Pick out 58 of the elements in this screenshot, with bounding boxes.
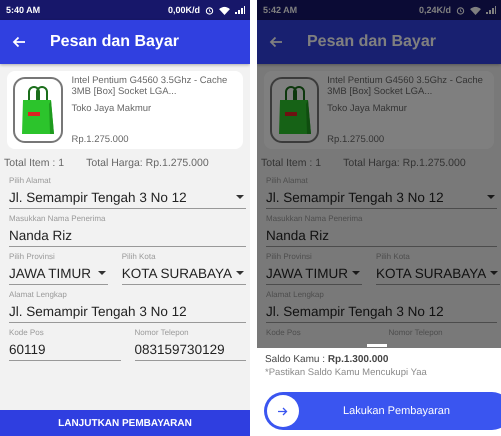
wifi-icon [470, 6, 481, 14]
field-label: Pilih Alamat [9, 175, 52, 186]
caret-icon [98, 271, 106, 275]
arrow-right-icon [278, 406, 288, 416]
input-field[interactable]: 083159730129 [134, 338, 246, 361]
dropdown-field[interactable]: JAWA TIMUR [9, 262, 108, 285]
field-label: Kode Pos [9, 327, 45, 338]
pay-button[interactable]: Lakukan Pembayaran [264, 392, 501, 430]
back-arrow-icon[interactable] [12, 36, 26, 48]
product-name: Intel Pentium G4560 3.5Ghz - Cache 3MB [Box] Socket LGA... [71, 75, 228, 97]
store-name: Toko Jaya Makmur [327, 103, 408, 114]
alarm-icon [205, 6, 214, 14]
network-speed: 0,24K/d [418, 5, 451, 15]
screen-title: Pesan dan Bayar [307, 33, 436, 51]
total-price: Total Harga: Rp.1.275.000 [86, 157, 209, 169]
balance-note: *Pastikan Saldo Kamu Mencukupi Yaa [265, 367, 428, 378]
balance-text: Saldo Kamu : Rp.1.300.000 [265, 354, 390, 365]
caret-icon [490, 271, 498, 275]
wifi-icon [219, 6, 230, 14]
total-items: Total Item : 1 [261, 157, 322, 169]
input-field[interactable]: 60119 [9, 338, 120, 361]
product-name: Intel Pentium G4560 3.5Ghz - Cache 3MB [Box] Socket LGA... [327, 75, 484, 97]
dropdown-field[interactable]: JAWA TIMUR [266, 262, 362, 285]
caret-icon [352, 271, 360, 275]
back-arrow-icon[interactable] [269, 36, 283, 48]
total-price: Total Harga: Rp.1.275.000 [343, 157, 466, 169]
signal-icon [486, 6, 496, 14]
network-speed: 0,00K/d [168, 5, 200, 15]
product-card[interactable]: Intel Pentium G4560 3.5Ghz - Cache 3MB [Box] Socket LGA... Toko Jaya Makmur Rp.1.275.000 [7, 71, 243, 149]
field-label: Pilih Kota [122, 251, 157, 262]
alarm-icon [456, 6, 465, 14]
store-name: Toko Jaya Makmur [71, 103, 152, 114]
field-label: Masukkan Nama Penerima [9, 213, 106, 224]
status-time: 5:42 AM [263, 5, 298, 15]
input-field[interactable]: Jl. Semampir Tengah 3 No 12 [9, 300, 246, 323]
screen-title: Pesan dan Bayar [50, 33, 179, 51]
field-label: Pilih Provinsi [9, 251, 56, 262]
field-label: Alamat Lengkap [9, 289, 68, 300]
shopping-bag-icon [276, 84, 313, 136]
total-items: Total Item : 1 [4, 157, 64, 169]
dropdown-field[interactable]: KOTA SURABAYA [376, 262, 500, 285]
dropdown-field[interactable]: Jl. Semampir Tengah 3 No 12 [9, 186, 246, 209]
dropdown-field[interactable]: Jl. Semampir Tengah 3 No 12 [266, 186, 497, 209]
shopping-bag-icon [20, 84, 56, 136]
caret-icon [236, 271, 244, 275]
signal-icon [235, 6, 245, 14]
dropdown-field[interactable]: KOTA SURABAYA [122, 262, 246, 285]
input-field[interactable]: Nanda Riz [9, 224, 246, 247]
status-time: 5:40 AM [6, 5, 40, 15]
input-field[interactable]: Nanda Riz [266, 224, 497, 247]
caret-icon [487, 195, 495, 199]
continue-payment-button[interactable]: LANJUTKAN PEMBAYARAN [0, 410, 250, 436]
input-field[interactable]: Jl. Semampir Tengah 3 No 12 [266, 300, 497, 323]
field-label: Nomor Telepon [134, 327, 190, 338]
product-price: Rp.1.275.000 [71, 134, 130, 145]
caret-icon [236, 195, 244, 199]
sheet-handle[interactable] [367, 344, 387, 347]
product-price: Rp.1.275.000 [327, 134, 386, 145]
